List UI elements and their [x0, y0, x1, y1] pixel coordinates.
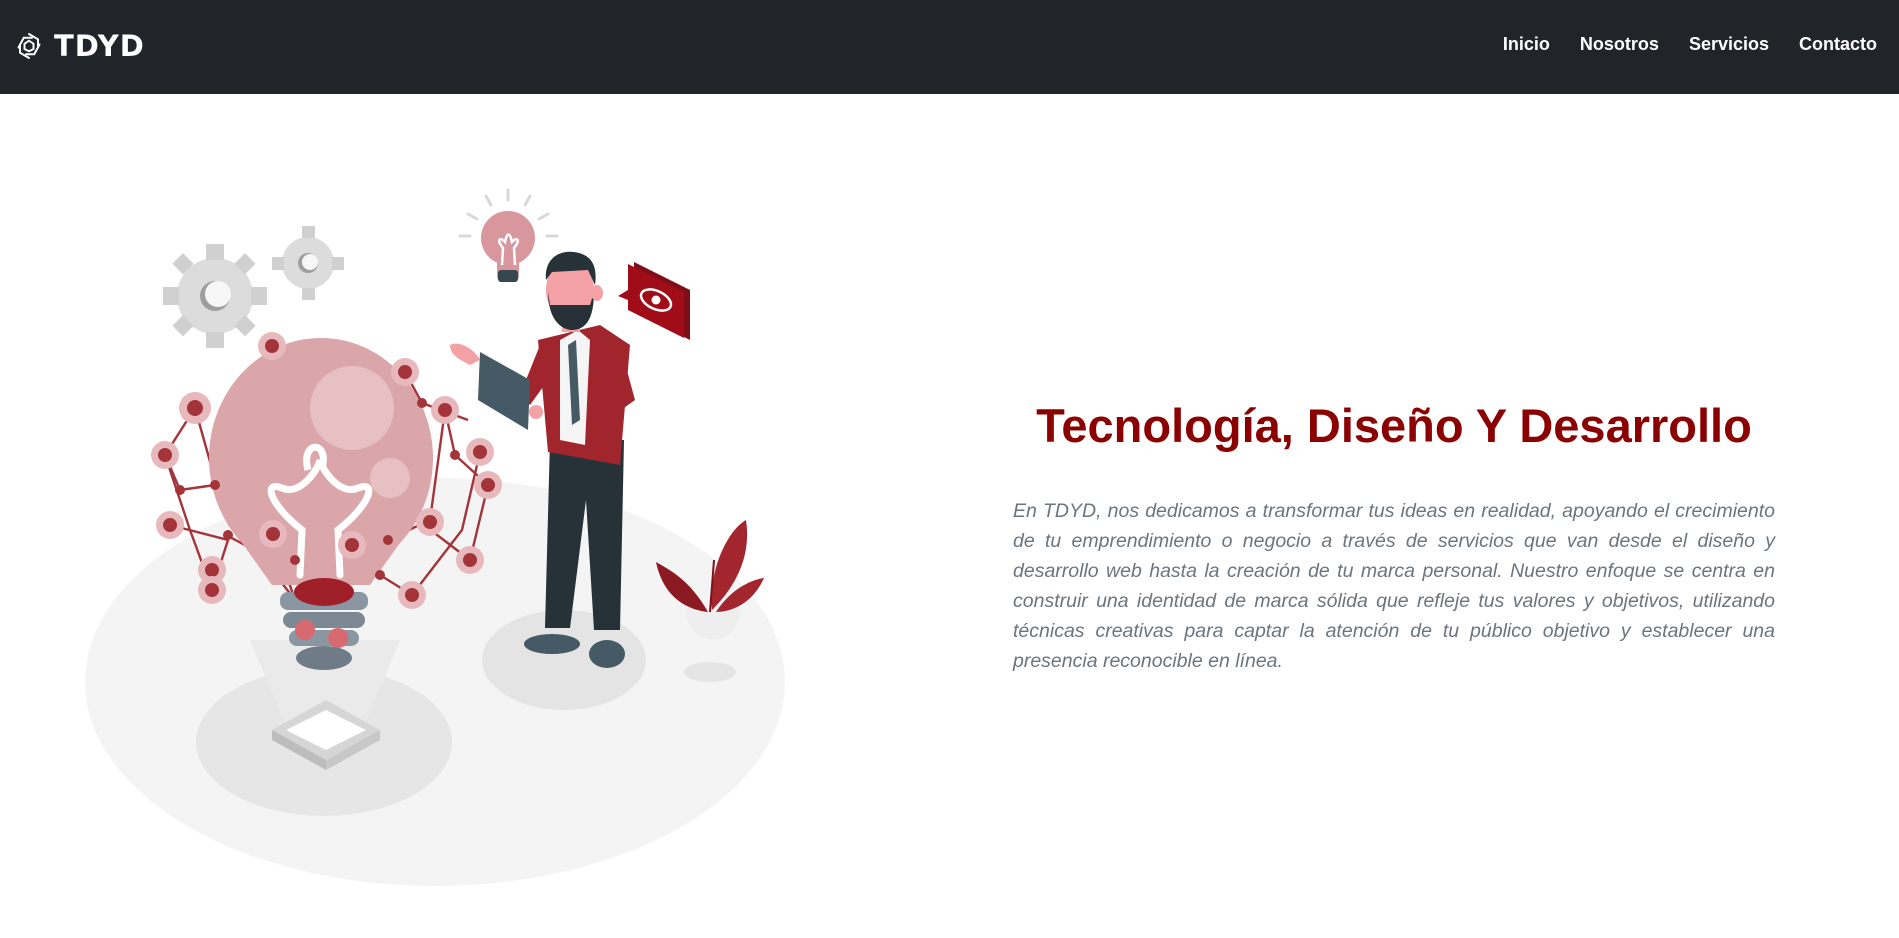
hero-title: Tecnología, Diseño Y Desarrollo	[1036, 399, 1752, 452]
gear-icon-large	[163, 244, 267, 348]
gear-icon-small	[272, 226, 344, 300]
hero-paragraph: En TDYD, nos dedicamos a transformar tus…	[1013, 500, 1775, 672]
nav-link-contacto[interactable]: Contacto	[1799, 30, 1877, 58]
small-lightbulb-icon	[458, 188, 559, 282]
top-navbar: TDYD Inicio Nosotros Servicios Contacto	[0, 0, 1899, 94]
nav-link-nosotros[interactable]: Nosotros	[1580, 30, 1659, 58]
brand-home-link[interactable]: TDYD	[14, 26, 145, 66]
eye-speech-bubble-icon	[618, 262, 690, 340]
brand-name: TDYD	[54, 29, 145, 63]
nav-menu: Inicio Nosotros Servicios Contacto	[1503, 30, 1877, 58]
nav-link-servicios[interactable]: Servicios	[1689, 30, 1769, 58]
nav-link-inicio[interactable]: Inicio	[1503, 30, 1550, 58]
innovation-idea-illustration	[85, 188, 785, 886]
ground-ellipse	[85, 478, 785, 886]
tdyd-logo-icon	[17, 33, 41, 59]
hero-text-section: Tecnología, Diseño Y Desarrollo En TDYD,…	[1013, 396, 1775, 676]
